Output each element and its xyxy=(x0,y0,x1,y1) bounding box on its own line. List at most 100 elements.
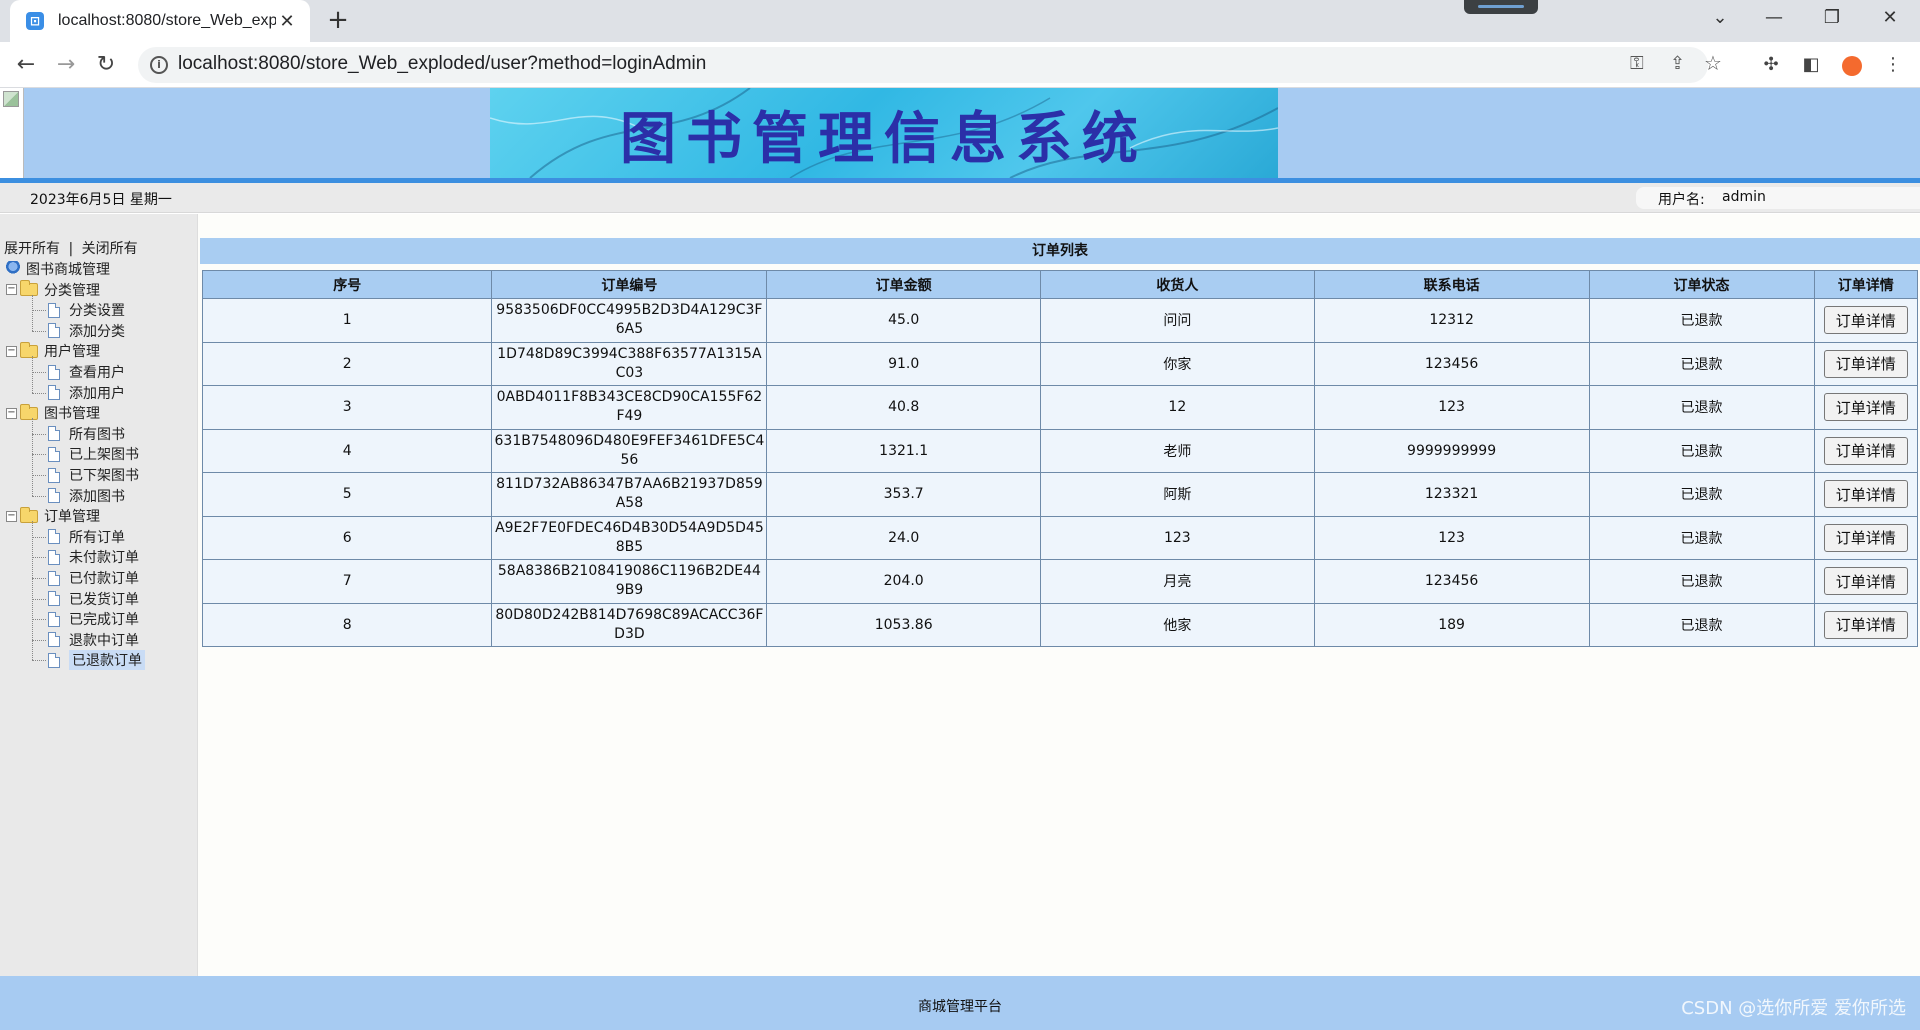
tree-group[interactable]: − 订单管理 xyxy=(6,505,100,527)
minimize-button[interactable]: — xyxy=(1746,0,1802,36)
col-header-receiver: 收货人 xyxy=(1040,270,1315,299)
site-info-icon[interactable]: i xyxy=(150,56,168,74)
cell-status: 已退款 xyxy=(1588,515,1815,560)
bookmark-star-icon[interactable]: ☆ xyxy=(1704,51,1722,75)
tree-leaf[interactable]: 已退款订单 xyxy=(48,649,145,671)
order-detail-button[interactable]: 订单详情 xyxy=(1823,306,1908,335)
browser-tab[interactable]: ⊡ localhost:8080/store_Web_exp ✕ xyxy=(10,0,310,42)
order-detail-button[interactable]: 订单详情 xyxy=(1823,523,1908,552)
cell-receiver: 他家 xyxy=(1040,602,1315,647)
cell-no: 3 xyxy=(201,385,493,430)
tree-leaf[interactable]: 所有订单 xyxy=(48,526,125,548)
tree-group-label: 图书管理 xyxy=(44,406,100,423)
tree-connector xyxy=(32,598,46,600)
order-detail-button[interactable]: 订单详情 xyxy=(1823,610,1908,639)
tree-leaf-label: 添加分类 xyxy=(69,323,125,340)
order-detail-button[interactable]: 订单详情 xyxy=(1823,393,1908,422)
tree-connector xyxy=(32,578,46,579)
tree-leaf[interactable]: 添加分类 xyxy=(48,320,125,342)
close-window-button[interactable]: ✕ xyxy=(1862,0,1918,36)
tree-leaf[interactable]: 已下架图书 xyxy=(48,464,139,486)
cell-detail: 订单详情 xyxy=(1813,559,1919,604)
collapse-toggle-icon[interactable]: − xyxy=(6,345,17,357)
share-icon[interactable]: ⇪ xyxy=(1670,53,1685,74)
order-detail-button[interactable]: 订单详情 xyxy=(1823,567,1908,596)
order-detail-button[interactable]: 订单详情 xyxy=(1823,436,1908,465)
tree-separator: | xyxy=(68,241,74,257)
cell-receiver: 老师 xyxy=(1040,428,1315,473)
reload-button[interactable]: ↻ xyxy=(90,49,122,81)
cell-order-id: 80D80D242B814D7698C89ACACC36FD3D xyxy=(491,602,768,647)
cell-phone: 123321 xyxy=(1313,472,1590,517)
folder-icon xyxy=(20,280,38,297)
cell-detail: 订单详情 xyxy=(1813,298,1919,343)
tree-connector xyxy=(32,392,46,394)
tab-search-icon[interactable]: ⌄ xyxy=(1692,0,1748,36)
tree-leaf[interactable]: 添加图书 xyxy=(48,485,125,507)
tree-leaf-label: 已完成订单 xyxy=(69,612,139,629)
tree-connector xyxy=(32,372,46,373)
cell-status: 已退款 xyxy=(1588,472,1815,517)
collapse-toggle-icon[interactable]: − xyxy=(6,407,17,419)
tree-leaf[interactable]: 已付款订单 xyxy=(48,567,139,589)
tree-leaf[interactable]: 查看用户 xyxy=(48,361,125,383)
collapse-all-link[interactable]: 关闭所有 xyxy=(82,241,138,257)
cell-status: 已退款 xyxy=(1588,298,1815,343)
close-tab-icon[interactable]: ✕ xyxy=(276,11,298,32)
tree-leaf-label: 退款中订单 xyxy=(69,632,139,649)
collapse-toggle-icon[interactable]: − xyxy=(6,284,17,296)
tree-group[interactable]: − 图书管理 xyxy=(6,402,100,424)
url-text[interactable]: localhost:8080/store_Web_exploded/user?m… xyxy=(178,53,706,75)
expand-all-link[interactable]: 展开所有 xyxy=(4,241,60,257)
back-button[interactable]: ← xyxy=(10,49,42,81)
cell-order-id: 58A8386B2108419086C1196B2DE449B9 xyxy=(491,559,768,604)
order-detail-button[interactable]: 订单详情 xyxy=(1823,480,1908,509)
key-icon[interactable]: ⚿ xyxy=(1630,53,1644,74)
col-header-phone: 联系电话 xyxy=(1313,270,1590,299)
tree-connector xyxy=(32,536,46,538)
page: 图书管理信息系统 2023年6月5日 星期一 用户名: admin 展开所有 |… xyxy=(0,88,1920,1030)
tree-leaf-label: 已上架图书 xyxy=(69,447,139,464)
cell-amount: 1053.86 xyxy=(766,602,1041,647)
tree-leaf-label: 已付款订单 xyxy=(69,571,139,587)
tree-connector xyxy=(32,475,46,476)
tree-leaf-label: 已发货订单 xyxy=(69,591,139,608)
col-header-no: 序号 xyxy=(201,270,493,299)
user-name: admin xyxy=(1722,189,1766,205)
address-bar[interactable]: i localhost:8080/store_Web_exploded/user… xyxy=(138,47,1722,83)
side-panel-icon[interactable]: ◧ xyxy=(1796,50,1826,80)
maximize-button[interactable]: ❐ xyxy=(1804,0,1860,36)
tree-leaf[interactable]: 所有图书 xyxy=(48,423,125,445)
tree-leaf[interactable]: 分类设置 xyxy=(48,299,125,321)
tree-leaf[interactable]: 添加用户 xyxy=(48,382,125,404)
col-header-order-id: 订单编号 xyxy=(491,270,768,299)
tree-group[interactable]: − 分类管理 xyxy=(6,279,100,301)
tree-leaf[interactable]: 已上架图书 xyxy=(48,443,139,465)
page-icon xyxy=(48,302,60,318)
window-notch xyxy=(1464,0,1538,14)
page-icon xyxy=(48,632,60,648)
tree-leaf[interactable]: 已发货订单 xyxy=(48,588,139,610)
tab-title: localhost:8080/store_Web_exp xyxy=(58,12,276,29)
tree-leaf[interactable]: 未付款订单 xyxy=(48,546,139,568)
tree-connector xyxy=(32,433,46,435)
cell-status: 已退款 xyxy=(1588,341,1815,386)
tree-connector xyxy=(32,521,33,661)
cell-phone: 123 xyxy=(1313,515,1590,560)
page-icon xyxy=(48,385,60,401)
forward-button[interactable]: → xyxy=(50,49,82,81)
profile-avatar[interactable] xyxy=(1842,56,1862,76)
tree-leaf[interactable]: 已完成订单 xyxy=(48,608,139,630)
browser-tabbar: ⊡ localhost:8080/store_Web_exp ✕ + ⌄ — ❐… xyxy=(0,0,1920,42)
sidebar: 展开所有 | 关闭所有 图书商城管理 − 分类管理 分类设置添加分类 − 用户管理 查看用户… xyxy=(0,214,198,976)
menu-icon[interactable]: ⋮ xyxy=(1878,50,1908,80)
tree-leaf[interactable]: 退款中订单 xyxy=(48,629,139,651)
tree-group[interactable]: − 用户管理 xyxy=(6,340,100,362)
new-tab-button[interactable]: + xyxy=(322,5,354,37)
tree-root[interactable]: 图书商城管理 xyxy=(6,258,110,280)
tree-connector xyxy=(32,619,46,621)
extensions-icon[interactable]: ✣ xyxy=(1756,50,1786,80)
collapse-toggle-icon[interactable]: − xyxy=(6,510,17,522)
order-detail-button[interactable]: 订单详情 xyxy=(1823,349,1908,378)
cell-no: 7 xyxy=(201,559,493,604)
